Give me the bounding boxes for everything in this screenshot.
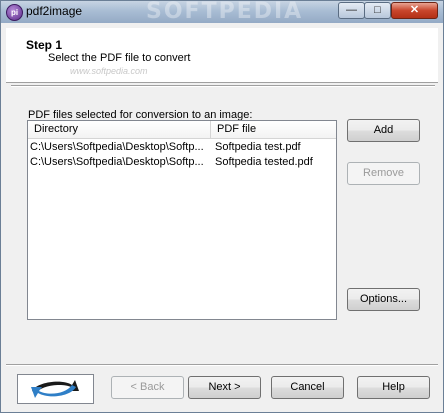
watermark-text: www.softpedia.com xyxy=(70,66,148,76)
app-logo xyxy=(17,374,94,404)
cell-directory: C:\Users\Softpedia\Desktop\Softp... xyxy=(30,141,204,153)
back-button[interactable]: < Back xyxy=(111,376,184,399)
wizard-header: Step 1 Select the PDF file to convert ww… xyxy=(6,28,438,83)
file-list-header: Directory PDF file xyxy=(28,121,336,139)
cell-pdf-file: Softpedia tested.pdf xyxy=(215,156,313,168)
column-header-directory[interactable]: Directory xyxy=(28,121,211,138)
header-divider xyxy=(11,85,435,87)
step-title: Step 1 xyxy=(26,38,63,52)
app-icon[interactable]: pi xyxy=(6,4,23,21)
cancel-button[interactable]: Cancel xyxy=(271,376,344,399)
table-row[interactable]: C:\Users\Softpedia\Desktop\Softp... Soft… xyxy=(28,140,336,155)
logo-arrows-icon xyxy=(31,380,79,398)
step-description: Select the PDF file to convert xyxy=(48,52,191,64)
close-button[interactable]: ✕ xyxy=(391,2,438,19)
cell-pdf-file: Softpedia test.pdf xyxy=(215,141,301,153)
cell-directory: C:\Users\Softpedia\Desktop\Softp... xyxy=(30,156,204,168)
maximize-button[interactable]: □ xyxy=(364,2,391,19)
options-button[interactable]: Options... xyxy=(347,288,420,311)
footer-divider xyxy=(6,364,438,366)
remove-button[interactable]: Remove xyxy=(347,162,420,185)
next-button[interactable]: Next > xyxy=(188,376,261,399)
title-watermark: SOFTPEDIA xyxy=(146,0,304,24)
window-title: pdf2image xyxy=(26,4,83,18)
minimize-button[interactable]: — xyxy=(338,2,365,19)
title-bar[interactable]: pi pdf2image SOFTPEDIA — □ ✕ xyxy=(1,0,443,24)
table-row[interactable]: C:\Users\Softpedia\Desktop\Softp... Soft… xyxy=(28,155,336,170)
add-button[interactable]: Add xyxy=(347,119,420,142)
file-list[interactable]: Directory PDF file C:\Users\Softpedia\De… xyxy=(27,120,337,320)
help-button[interactable]: Help xyxy=(357,376,430,399)
app-window: pi pdf2image SOFTPEDIA — □ ✕ Step 1 Sele… xyxy=(0,0,444,413)
column-header-pdf-file[interactable]: PDF file xyxy=(211,121,336,138)
